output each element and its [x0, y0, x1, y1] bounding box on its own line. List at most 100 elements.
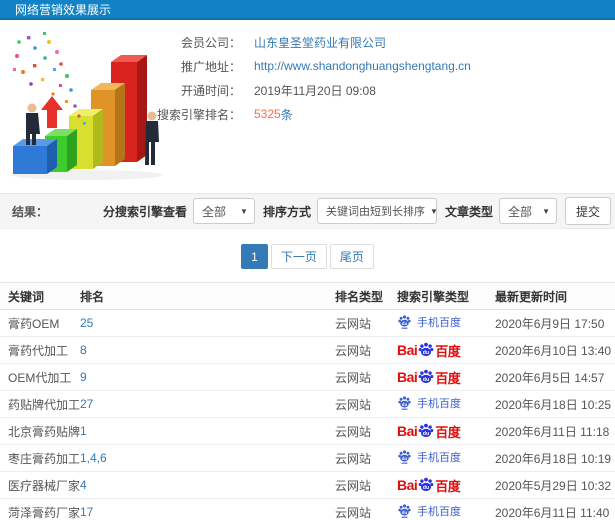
engine-filter-select[interactable]: 全部 ▼ [192, 198, 255, 224]
baidu-paw-icon: du [418, 369, 434, 384]
open-time-row: 开通时间： 2019年11月20日 09:08 [155, 78, 615, 102]
baidu-logo-cn: 百度 [435, 370, 461, 386]
rank-type-cell: 云网站 [335, 390, 397, 418]
header-engine-type: 搜索引擎类型 [397, 282, 495, 310]
table-row: 北京膏药贴牌 1 云网站 Bai du 百度 2020年6月11日 11:18 [0, 417, 615, 445]
rank-cell: 1 [80, 417, 335, 445]
rank-cell: 17 [80, 498, 335, 520]
svg-text:du: du [423, 350, 429, 356]
rank-link[interactable]: 1,4,6 [80, 451, 107, 465]
rank-link[interactable]: 17 [80, 505, 93, 519]
baidu-logo-bai: Bai [397, 423, 418, 439]
baidu-logo-cn: 百度 [435, 424, 461, 440]
rank-type-cell: 云网站 [335, 363, 397, 391]
keyword-ranking-table: 关键词 排名 排名类型 搜索引擎类型 最新更新时间 膏药OEM 25 云网站 d… [0, 282, 615, 520]
page-title: 网络营销效果展示 [15, 3, 112, 17]
baidu-logo: Bai du 百度 [397, 368, 461, 387]
baidu-logo-cn: 百度 [435, 478, 461, 494]
mobile-baidu-label: 手机百度 [417, 397, 461, 410]
mobile-baidu-badge: du 手机百度 [397, 395, 461, 411]
engine-filter-value: 全部 [201, 204, 226, 219]
engine-rank-count: 5325 [254, 107, 281, 121]
submit-button[interactable]: 提交 [565, 197, 611, 225]
pagination: 1 下一页 尾页 [0, 244, 615, 269]
rank-link[interactable]: 4 [80, 478, 87, 492]
promo-url-row: 推广地址： http://www.shandonghuangshengtang.… [155, 54, 615, 78]
rank-type-cell: 云网站 [335, 417, 397, 445]
promo-url-link[interactable]: http://www.shandonghuangshengtang.cn [254, 59, 471, 73]
keyword-cell: 医疗器械厂家 [0, 471, 80, 499]
sort-filter-value: 关键词由短到长排序 [325, 206, 425, 218]
baidu-paw-icon: du [398, 315, 411, 329]
table-row: 膏药OEM 25 云网站 du 手机百度 2020年6月9日 17:50 [0, 309, 615, 337]
baidu-paw-icon: du [398, 450, 411, 464]
update-time-cell: 2020年6月11日 11:18 [495, 417, 615, 445]
keyword-cell: 膏药OEM [0, 309, 80, 337]
rank-link[interactable]: 8 [80, 343, 87, 357]
engine-type-cell: Bai du 百度 [397, 471, 495, 499]
company-link[interactable]: 山东皇圣堂药业有限公司 [254, 34, 386, 51]
chevron-down-icon: ▼ [240, 206, 248, 216]
keyword-cell: 膏药代加工 [0, 336, 80, 364]
table-row: 枣庄膏药加工 1,4,6 云网站 du 手机百度 2020年6月18日 10:1… [0, 444, 615, 472]
engine-rank-unit: 条 [280, 107, 293, 122]
baidu-logo-cn: 百度 [435, 343, 461, 359]
baidu-logo-bai: Bai [397, 342, 418, 358]
rank-link[interactable]: 9 [80, 370, 87, 384]
baidu-paw-icon: du [418, 342, 434, 357]
baidu-paw-icon: du [398, 396, 411, 410]
rank-link[interactable]: 1 [80, 424, 87, 438]
table-row: OEM代加工 9 云网站 Bai du 百度 2020年6月5日 14:57 [0, 363, 615, 391]
header-keyword: 关键词 [0, 282, 80, 310]
rank-link[interactable]: 27 [80, 397, 93, 411]
table-header: 关键词 排名 排名类型 搜索引擎类型 最新更新时间 [0, 282, 615, 310]
engine-type-cell: Bai du 百度 [397, 417, 495, 445]
mobile-baidu-badge: du 手机百度 [397, 449, 461, 465]
engine-rank-row: 搜索引擎排名： 5325 条 [155, 102, 615, 126]
next-page-button[interactable]: 下一页 [270, 244, 327, 269]
open-time-value: 2019年11月20日 09:08 [254, 83, 376, 98]
keyword-cell: 枣庄膏药加工 [0, 444, 80, 472]
update-time-cell: 2020年6月11日 11:40 [495, 498, 615, 520]
rank-type-cell: 云网站 [335, 336, 397, 364]
filter-bar: 结果： 分搜索引擎查看 全部 ▼ 排序方式 关键词由短到长排序 ▼ 文章类型 全… [0, 193, 615, 229]
page-header: 网络营销效果展示 [0, 0, 615, 20]
baidu-paw-icon: du [398, 504, 411, 518]
baidu-logo-bai: Bai [397, 477, 418, 493]
baidu-logo: Bai du 百度 [397, 422, 461, 441]
result-label: 结果： [12, 204, 49, 219]
marketing-chart-illustration [5, 28, 185, 183]
article-type-select[interactable]: 全部 ▼ [499, 198, 557, 224]
update-time-cell: 2020年6月9日 17:50 [495, 309, 615, 337]
article-type-label: 文章类型 [444, 204, 493, 219]
svg-text:du: du [402, 510, 408, 515]
account-info-section: 会员公司： 山东皇圣堂药业有限公司 推广地址： http://www.shand… [0, 20, 615, 188]
last-page-button[interactable]: 尾页 [329, 244, 374, 269]
header-rank: 排名 [80, 282, 335, 310]
page-1-button[interactable]: 1 [241, 244, 268, 269]
rank-cell: 25 [80, 309, 335, 337]
engine-type-cell: du 手机百度 [397, 444, 495, 472]
engine-type-cell: du 手机百度 [397, 498, 495, 520]
keyword-cell: 北京膏药贴牌 [0, 417, 80, 445]
rank-type-cell: 云网站 [335, 444, 397, 472]
mobile-baidu-badge: du 手机百度 [397, 503, 461, 519]
bar-chart-graphic-icon [11, 32, 163, 180]
baidu-logo: Bai du 百度 [397, 341, 461, 360]
update-time-cell: 2020年6月10日 13:40 [495, 336, 615, 364]
svg-text:du: du [402, 456, 408, 461]
rank-link[interactable]: 25 [80, 316, 93, 330]
rank-cell: 8 [80, 336, 335, 364]
baidu-paw-icon: du [418, 423, 434, 438]
sort-filter-select[interactable]: 关键词由短到长排序 ▼ [316, 198, 438, 224]
baidu-logo-bai: Bai [397, 369, 418, 385]
update-time-cell: 2020年6月18日 10:25 [495, 390, 615, 418]
mobile-baidu-label: 手机百度 [417, 316, 461, 329]
chevron-down-icon: ▼ [429, 206, 438, 216]
rank-cell: 9 [80, 363, 335, 391]
svg-text:du: du [423, 431, 429, 437]
company-row: 会员公司： 山东皇圣堂药业有限公司 [155, 30, 615, 54]
engine-type-cell: Bai du 百度 [397, 363, 495, 391]
engine-type-cell: Bai du 百度 [397, 336, 495, 364]
table-row: 医疗器械厂家 4 云网站 Bai du 百度 2020年5月29日 10:32 [0, 471, 615, 499]
